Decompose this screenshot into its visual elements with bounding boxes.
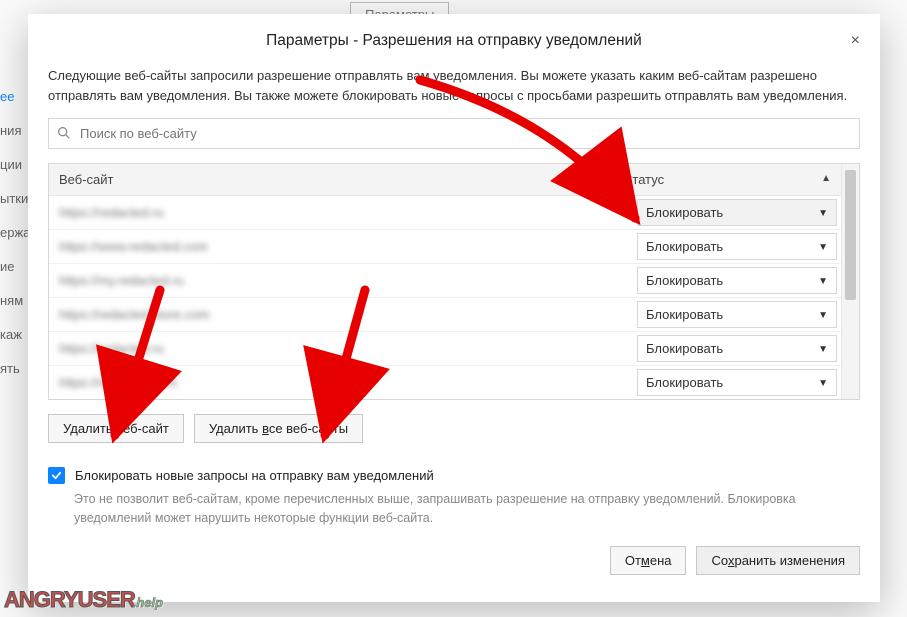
scrollbar[interactable] bbox=[841, 164, 859, 399]
sites-table: Веб-сайт Статус ▲ https://redacted.ruБло… bbox=[48, 163, 860, 400]
status-label: Блокировать bbox=[646, 341, 723, 356]
status-label: Блокировать bbox=[646, 375, 723, 390]
notification-permissions-dialog: Параметры - Разрешения на отправку уведо… bbox=[28, 14, 880, 602]
table-row[interactable]: https://redacted.store.com Блокировать ▼ bbox=[49, 298, 841, 332]
search-field-wrap[interactable] bbox=[48, 118, 860, 149]
table-row[interactable]: https://www.redacted.com Блокировать ▼ bbox=[49, 230, 841, 264]
status-select[interactable]: Блокировать ▼ bbox=[637, 301, 837, 328]
chevron-down-icon: ▼ bbox=[818, 208, 828, 219]
status-label: Блокировать bbox=[646, 273, 723, 288]
col-status[interactable]: Статус ▲ bbox=[613, 164, 841, 196]
search-icon bbox=[57, 126, 70, 142]
status-select[interactable]: Блокировать ▼ bbox=[637, 199, 837, 226]
status-select[interactable]: Блокировать ▼ bbox=[637, 335, 837, 362]
close-button[interactable]: × bbox=[845, 28, 866, 54]
save-button[interactable]: Сохранить изменения bbox=[696, 546, 860, 575]
status-select[interactable]: Блокировать ▼ bbox=[637, 233, 837, 260]
cancel-button[interactable]: Отмена bbox=[610, 546, 687, 575]
status-label: Блокировать bbox=[646, 307, 723, 322]
dialog-description: Следующие веб-сайты запросили разрешение… bbox=[48, 66, 860, 106]
dialog-title: Параметры - Разрешения на отправку уведо… bbox=[28, 14, 880, 62]
search-input[interactable] bbox=[78, 125, 851, 142]
scrollbar-thumb[interactable] bbox=[845, 170, 856, 300]
status-select[interactable]: Блокировать ▼ bbox=[637, 369, 837, 396]
block-new-requests-section: Блокировать новые запросы на отправку ва… bbox=[48, 467, 860, 528]
site-url: https://redacted.ru bbox=[49, 335, 633, 362]
chevron-down-icon: ▼ bbox=[818, 242, 828, 253]
remove-all-sites-button[interactable]: Удалить все веб-сайты bbox=[194, 414, 363, 443]
table-row[interactable]: https://redacted.ru Блокировать ▼ bbox=[49, 196, 841, 230]
site-url: https://redacted.com bbox=[49, 369, 633, 396]
chevron-down-icon: ▼ bbox=[818, 344, 828, 355]
status-select[interactable]: Блокировать ▼ bbox=[637, 267, 837, 294]
sort-asc-icon: ▲ bbox=[821, 173, 831, 184]
block-new-hint: Это не позволит веб-сайтам, кроме перечи… bbox=[74, 490, 860, 528]
status-label: Блокировать bbox=[646, 239, 723, 254]
chevron-down-icon: ▼ bbox=[818, 276, 828, 287]
remove-site-button[interactable]: Удалить веб-сайт bbox=[48, 414, 184, 443]
table-row[interactable]: https://redacted.ru Блокировать ▼ bbox=[49, 332, 841, 366]
site-url: https://www.redacted.com bbox=[49, 233, 633, 260]
block-new-checkbox[interactable] bbox=[48, 467, 65, 484]
dialog-title-text: Параметры - Разрешения на отправку уведо… bbox=[266, 32, 642, 49]
col-status-label: Статус bbox=[623, 172, 664, 187]
table-row[interactable]: https://redacted.com Блокировать ▼ bbox=[49, 366, 841, 399]
status-label: Блокировать bbox=[646, 205, 723, 220]
site-url: https://redacted.store.com bbox=[49, 301, 633, 328]
block-new-label: Блокировать новые запросы на отправку ва… bbox=[75, 468, 434, 483]
col-website[interactable]: Веб-сайт bbox=[49, 164, 613, 196]
site-url: https://my.redacted.ru bbox=[49, 267, 633, 294]
watermark: ANGRYUSER.help bbox=[4, 587, 163, 613]
chevron-down-icon: ▼ bbox=[818, 378, 828, 389]
chevron-down-icon: ▼ bbox=[818, 310, 828, 321]
site-url: https://redacted.ru bbox=[49, 199, 633, 226]
table-row[interactable]: https://my.redacted.ru Блокировать ▼ bbox=[49, 264, 841, 298]
